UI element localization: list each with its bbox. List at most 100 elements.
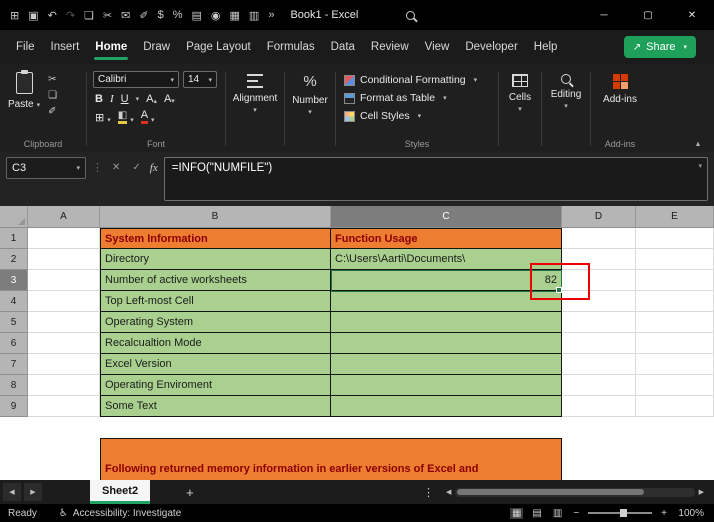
- tab-options-icon[interactable]: ⋮: [423, 486, 434, 499]
- column-header-C[interactable]: C: [331, 206, 562, 228]
- cancel-icon[interactable]: ✕: [109, 157, 123, 179]
- menu-tab-draw[interactable]: Draw: [135, 30, 178, 64]
- font-family-select[interactable]: Calibri▾: [93, 71, 179, 88]
- cell-A1[interactable]: [28, 228, 100, 249]
- cell-E7[interactable]: [636, 354, 714, 375]
- cell-B2[interactable]: Directory: [100, 249, 331, 270]
- menu-tab-data[interactable]: Data: [323, 30, 363, 64]
- select-all-button[interactable]: [0, 206, 28, 228]
- row-header-4[interactable]: 4: [0, 291, 28, 312]
- chevron-down-icon[interactable]: ▾: [136, 95, 140, 103]
- menu-tab-developer[interactable]: Developer: [457, 30, 525, 64]
- cell-C1[interactable]: Function Usage: [331, 228, 562, 249]
- undo-icon[interactable]: ↶: [48, 9, 57, 22]
- minimize-button[interactable]: ─: [582, 0, 626, 30]
- cell-A4[interactable]: [28, 291, 100, 312]
- menu-tab-insert[interactable]: Insert: [43, 30, 88, 64]
- column-header-B[interactable]: B: [100, 206, 331, 228]
- font-size-select[interactable]: 14▾: [183, 71, 217, 88]
- row-header-7[interactable]: 7: [0, 354, 28, 375]
- cell-A9[interactable]: [28, 396, 100, 417]
- zoom-slider-handle[interactable]: [620, 509, 627, 517]
- cell-C9[interactable]: [331, 396, 562, 417]
- copy-icon[interactable]: ❏: [48, 90, 57, 101]
- scrollbar-track[interactable]: [455, 488, 694, 497]
- name-box[interactable]: C3 ▾: [6, 157, 86, 179]
- cell-D5[interactable]: [562, 312, 636, 333]
- zoom-out-button[interactable]: −: [571, 508, 581, 519]
- cell-C6[interactable]: [331, 333, 562, 354]
- cell-A8[interactable]: [28, 375, 100, 396]
- cell-D7[interactable]: [562, 354, 636, 375]
- enter-icon[interactable]: ✓: [129, 157, 143, 179]
- menu-tab-help[interactable]: Help: [526, 30, 566, 64]
- cell-A2[interactable]: [28, 249, 100, 270]
- cell-D6[interactable]: [562, 333, 636, 354]
- maximize-button[interactable]: ▢: [626, 0, 670, 30]
- cut-icon[interactable]: ✂: [48, 74, 57, 85]
- addins-group-button[interactable]: Add-ins Add-ins: [591, 64, 649, 152]
- redo-icon[interactable]: ↷: [66, 9, 75, 22]
- cell-B3[interactable]: Number of active worksheets: [100, 270, 331, 291]
- row-header-1[interactable]: 1: [0, 228, 28, 249]
- chart-icon[interactable]: ▥: [249, 9, 259, 22]
- page-layout-view-icon[interactable]: ▤: [530, 508, 543, 519]
- menu-tab-home[interactable]: Home: [87, 30, 135, 64]
- save-icon[interactable]: ▣: [28, 9, 38, 22]
- horizontal-scrollbar[interactable]: ◀ ▶: [446, 488, 704, 497]
- borders-button[interactable]: ⊞▾: [95, 111, 111, 124]
- cell-E2[interactable]: [636, 249, 714, 270]
- cell-E3[interactable]: [636, 270, 714, 291]
- column-header-A[interactable]: A: [28, 206, 100, 228]
- cell-E9[interactable]: [636, 396, 714, 417]
- page-break-view-icon[interactable]: ▥: [551, 508, 564, 519]
- row-header-3[interactable]: 3: [0, 270, 28, 291]
- format-painter-icon[interactable]: ✐: [139, 9, 148, 22]
- copy-icon[interactable]: ❏: [84, 9, 94, 22]
- cell-C5[interactable]: [331, 312, 562, 333]
- accessibility-status[interactable]: Accessibility: Investigate: [73, 508, 181, 519]
- decrease-font-size-button[interactable]: A▾: [164, 93, 175, 105]
- cell-B5[interactable]: Operating System: [100, 312, 331, 333]
- cell-C7[interactable]: [331, 354, 562, 375]
- menu-tab-view[interactable]: View: [417, 30, 458, 64]
- scroll-left-icon[interactable]: ◀: [446, 488, 451, 496]
- currency-icon[interactable]: $: [158, 9, 164, 21]
- format-painter-icon[interactable]: ✐: [48, 106, 57, 117]
- menu-tab-page-layout[interactable]: Page Layout: [178, 30, 259, 64]
- scroll-right-icon[interactable]: ▶: [699, 488, 704, 496]
- cell-C3[interactable]: 82: [331, 270, 562, 291]
- cell-C4[interactable]: [331, 291, 562, 312]
- zoom-in-button[interactable]: +: [659, 508, 669, 519]
- sheet-tab-sheet2[interactable]: Sheet2: [90, 480, 150, 504]
- zoom-slider[interactable]: [588, 512, 652, 514]
- zoom-level[interactable]: 100%: [676, 508, 704, 519]
- bold-button[interactable]: B: [95, 93, 103, 105]
- cell-D1[interactable]: [562, 228, 636, 249]
- menu-tab-formulas[interactable]: Formulas: [259, 30, 323, 64]
- cell-D8[interactable]: [562, 375, 636, 396]
- cell-B9[interactable]: Some Text: [100, 396, 331, 417]
- cell-B4[interactable]: Top Left-most Cell: [100, 291, 331, 312]
- font-color-button[interactable]: A▾: [141, 110, 155, 124]
- increase-font-size-button[interactable]: A▴: [146, 93, 157, 105]
- menu-tab-review[interactable]: Review: [363, 30, 417, 64]
- close-button[interactable]: ✕: [670, 0, 714, 30]
- sheet-nav-right-icon[interactable]: ▶: [24, 483, 42, 501]
- number-group-button[interactable]: % Number ▾: [285, 64, 335, 152]
- underline-button[interactable]: U: [121, 93, 129, 105]
- cell-styles-button[interactable]: Cell Styles ▾: [344, 107, 498, 125]
- app-grid-icon[interactable]: ⊞: [10, 9, 19, 22]
- new-file-icon[interactable]: ▤: [192, 9, 202, 22]
- alignment-group-button[interactable]: Alignment ▾: [226, 64, 284, 152]
- cell-A5[interactable]: [28, 312, 100, 333]
- scrollbar-thumb[interactable]: [457, 489, 644, 495]
- normal-view-icon[interactable]: ▦: [510, 508, 523, 519]
- camera-icon[interactable]: ◉: [211, 9, 221, 22]
- percent-icon[interactable]: %: [173, 9, 183, 21]
- italic-button[interactable]: I: [110, 93, 114, 105]
- formula-input[interactable]: =INFO("NUMFILE") ▾: [164, 157, 708, 201]
- column-header-E[interactable]: E: [636, 206, 714, 228]
- conditional-formatting-button[interactable]: Conditional Formatting ▾: [344, 71, 498, 89]
- merged-note-cell[interactable]: Following returned memory information in…: [100, 438, 562, 480]
